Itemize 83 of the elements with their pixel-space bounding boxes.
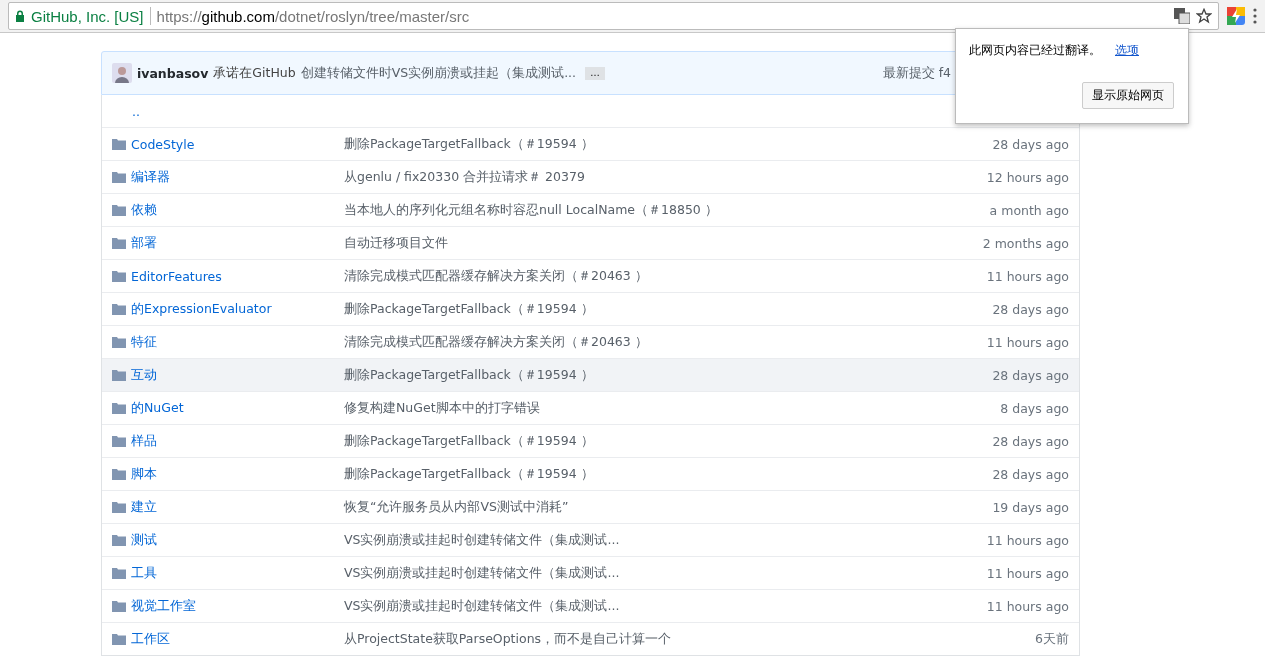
folder-link[interactable]: 的ExpressionEvaluator bbox=[131, 300, 272, 318]
folder-link[interactable]: 互动 bbox=[131, 366, 157, 384]
folder-link[interactable]: 脚本 bbox=[131, 465, 157, 483]
extension-icon[interactable] bbox=[1227, 7, 1245, 25]
folder-link[interactable]: 建立 bbox=[131, 498, 157, 516]
commit-message-link[interactable]: 删除PackageTargetFallback（＃19594 ） bbox=[344, 366, 594, 382]
folder-link[interactable]: 测试 bbox=[131, 531, 157, 549]
folder-icon bbox=[112, 369, 126, 381]
folder-icon bbox=[112, 336, 126, 348]
folder-icon bbox=[112, 567, 126, 579]
folder-icon bbox=[112, 171, 126, 183]
folder-icon bbox=[112, 303, 126, 315]
commit-age: a month ago bbox=[989, 202, 1069, 218]
folder-icon bbox=[112, 633, 126, 645]
commit-age: 11 hours ago bbox=[986, 598, 1069, 614]
folder-link[interactable]: 工具 bbox=[131, 564, 157, 582]
commit-age: 2 months ago bbox=[982, 235, 1069, 251]
folder-icon bbox=[112, 402, 126, 414]
commit-message-link[interactable]: 修复构建NuGet脚本中的打字错误 bbox=[344, 399, 540, 415]
commit-message-link[interactable]: VS实例崩溃或挂起时创建转储文件（集成测试... bbox=[344, 597, 620, 613]
folder-link[interactable]: 的NuGet bbox=[131, 399, 184, 417]
folder-link[interactable]: EditorFeatures bbox=[131, 268, 222, 284]
folder-link[interactable]: 工作区 bbox=[131, 630, 170, 648]
folder-link[interactable]: CodeStyle bbox=[131, 136, 195, 152]
commit-message-link[interactable]: 清除完成模式匹配器缓存解决方案关闭（＃20463 ） bbox=[344, 333, 648, 349]
folder-icon bbox=[112, 600, 126, 612]
commit-message-link[interactable]: 删除PackageTargetFallback（＃19594 ） bbox=[344, 135, 594, 151]
commit-source: 承诺在GitHub bbox=[213, 64, 296, 82]
folder-link[interactable]: 样品 bbox=[131, 432, 157, 450]
expand-button[interactable]: … bbox=[585, 66, 606, 80]
folder-icon bbox=[112, 534, 126, 546]
menu-icon[interactable] bbox=[1253, 8, 1257, 24]
commit-message-link[interactable]: VS实例崩溃或挂起时创建转储文件（集成测试... bbox=[344, 531, 620, 547]
commit-age: 28 days ago bbox=[992, 433, 1069, 449]
commit-age: 12 hours ago bbox=[986, 169, 1069, 185]
commit-message[interactable]: 创建转储文件时VS实例崩溃或挂起（集成测试... bbox=[300, 64, 577, 82]
commit-message-link[interactable]: 从genlu / fix20330 合并拉请求＃ 20379 bbox=[344, 168, 585, 184]
commit-age: 28 days ago bbox=[992, 301, 1069, 317]
folder-link[interactable]: 视觉工作室 bbox=[131, 597, 196, 615]
options-link[interactable]: 选项 bbox=[1115, 43, 1139, 58]
commit-age: 28 days ago bbox=[992, 367, 1069, 383]
show-original-button[interactable]: 显示原始网页 bbox=[1082, 82, 1174, 109]
folder-link[interactable]: 编译器 bbox=[131, 168, 170, 186]
commit-age: 28 days ago bbox=[992, 136, 1069, 152]
commit-message-link[interactable]: 删除PackageTargetFallback（＃19594 ） bbox=[344, 465, 594, 481]
commit-message-link[interactable]: 清除完成模式匹配器缓存解决方案关闭（＃20463 ） bbox=[344, 267, 648, 283]
commit-age: 19 days ago bbox=[992, 499, 1069, 515]
file-row[interactable]: 互动 删除PackageTargetFallback（＃19594 ） 28 days ago bbox=[102, 358, 1079, 391]
commit-message-link[interactable]: 当本地人的序列化元组名称时容忍null LocalName（＃18850 ） bbox=[344, 201, 718, 217]
folder-icon bbox=[112, 270, 126, 282]
address-bar[interactable]: GitHub, Inc. [US] https://github.com/dotnet/roslyn/tree/master/src bbox=[8, 2, 1219, 30]
parent-directory-link[interactable]: .. bbox=[132, 103, 140, 119]
latest-commit: 最新提交 f4 bbox=[882, 64, 951, 82]
commit-message-link[interactable]: 删除PackageTargetFallback（＃19594 ） bbox=[344, 432, 594, 448]
star-icon[interactable] bbox=[1196, 8, 1212, 24]
commit-age: 11 hours ago bbox=[986, 334, 1069, 350]
commit-age: 6天前 bbox=[1035, 630, 1069, 648]
commit-age: 11 hours ago bbox=[986, 565, 1069, 581]
folder-icon bbox=[112, 138, 126, 150]
commit-age: 8 days ago bbox=[1000, 400, 1069, 416]
commit-message-link[interactable]: 恢复“允许服务员从内部VS测试中消耗” bbox=[344, 498, 569, 514]
commit-message-link[interactable]: VS实例崩溃或挂起时创建转储文件（集成测试... bbox=[344, 564, 620, 580]
translate-message: 此网页内容已经过翻译。 bbox=[969, 43, 1101, 58]
lock-icon bbox=[15, 10, 25, 22]
folder-icon bbox=[112, 468, 126, 480]
commit-message-link[interactable]: 删除PackageTargetFallback（＃19594 ） bbox=[344, 300, 594, 316]
folder-icon bbox=[112, 501, 126, 513]
folder-link[interactable]: 依赖 bbox=[131, 201, 157, 219]
commit-message-link[interactable]: 自动迁移项目文件 bbox=[344, 234, 448, 250]
url-text: https://github.com/dotnet/roslyn/tree/master/src bbox=[156, 7, 471, 25]
commit-message-link[interactable]: 从ProjectState获取ParseOptions，而不是自己计算一个 bbox=[344, 630, 672, 646]
folder-link[interactable]: 特征 bbox=[131, 333, 157, 351]
folder-link[interactable]: 部署 bbox=[131, 234, 157, 252]
commit-author[interactable]: ivanbasov bbox=[137, 65, 209, 81]
commit-age: 28 days ago bbox=[992, 466, 1069, 482]
translate-icon[interactable] bbox=[1174, 8, 1190, 24]
commit-age: 11 hours ago bbox=[986, 532, 1069, 548]
avatar-icon bbox=[112, 63, 132, 83]
folder-icon bbox=[112, 237, 126, 249]
folder-icon bbox=[112, 204, 126, 216]
site-identity[interactable]: GitHub, Inc. [US] bbox=[31, 7, 144, 25]
commit-age: 11 hours ago bbox=[986, 268, 1069, 284]
folder-icon bbox=[112, 435, 126, 447]
